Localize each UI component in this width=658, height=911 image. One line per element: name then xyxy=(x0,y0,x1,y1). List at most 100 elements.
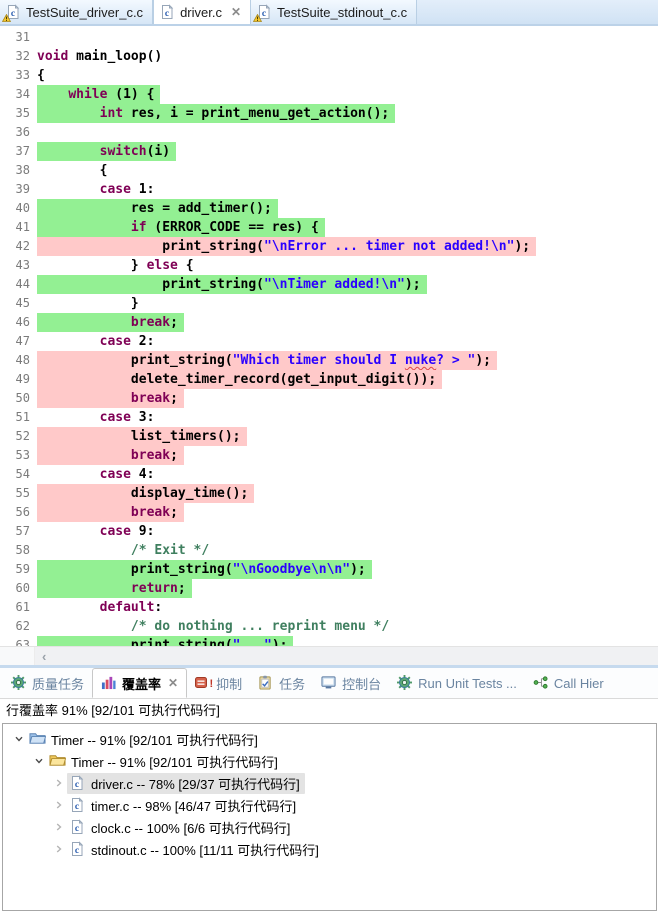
tree-row[interactable]: Timer -- 91% [92/101 可执行代码行] xyxy=(3,750,656,772)
code-line[interactable]: 42 print_string("\nError ... timer not a… xyxy=(0,237,658,256)
tree-row[interactable]: ctimer.c -- 98% [46/47 可执行代码行] xyxy=(3,794,656,816)
code-line[interactable]: 46 break; xyxy=(0,313,658,332)
chevron-right-icon[interactable] xyxy=(51,797,67,813)
code-line[interactable]: 48 print_string("Which timer should I nu… xyxy=(0,351,658,370)
tree-row-body[interactable]: Timer -- 91% [92/101 可执行代码行] xyxy=(27,729,263,750)
gear-icon xyxy=(11,675,27,691)
code-text: display_time(); xyxy=(37,484,254,503)
svg-text:c: c xyxy=(75,802,79,812)
line-number: 49 xyxy=(0,370,37,389)
chevron-down-icon[interactable] xyxy=(31,753,47,769)
code-line[interactable]: 40 res = add_timer(); xyxy=(0,199,658,218)
tree-row[interactable]: cdriver.c -- 78% [29/37 可执行代码行] xyxy=(3,772,656,794)
code-text: break; xyxy=(37,389,184,408)
code-line[interactable]: 57 case 9: xyxy=(0,522,658,541)
code-line[interactable]: 41 if (ERROR_CODE == res) { xyxy=(0,218,658,237)
coverage-uncovered-highlight: print_string("Which timer should I nuke?… xyxy=(37,351,497,370)
scroll-left-icon[interactable]: ‹ xyxy=(42,649,46,664)
code-line[interactable]: 55 display_time(); xyxy=(0,484,658,503)
code-line[interactable]: 54 case 4: xyxy=(0,465,658,484)
tree-row-body[interactable]: Timer -- 91% [92/101 可执行代码行] xyxy=(47,751,283,772)
code-line[interactable]: 32void main_loop() xyxy=(0,47,658,66)
code-text: print_string("\nError ... timer not adde… xyxy=(37,237,536,256)
code-line[interactable]: 50 break; xyxy=(0,389,658,408)
line-number: 56 xyxy=(0,503,37,522)
code-line[interactable]: 56 break; xyxy=(0,503,658,522)
coverage-covered-highlight: res = add_timer(); xyxy=(37,199,278,218)
chevron-right-icon[interactable] xyxy=(51,775,67,791)
tree-row-body[interactable]: ctimer.c -- 98% [46/47 可执行代码行] xyxy=(67,795,301,816)
coverage-summary: 行覆盖率 91% [92/101 可执行代码行] xyxy=(0,699,658,723)
code-line[interactable]: 34 while (1) { xyxy=(0,85,658,104)
code-text: print_string("Which timer should I nuke?… xyxy=(37,351,497,370)
panel-tab-Call Hier[interactable]: Call Hier xyxy=(525,668,612,698)
code-line[interactable]: 58 /* Exit */ xyxy=(0,541,658,560)
chevron-down-icon[interactable] xyxy=(11,731,27,747)
code-line[interactable]: 49 delete_timer_record(get_input_digit()… xyxy=(0,370,658,389)
line-number: 37 xyxy=(0,142,37,161)
code-line[interactable]: 31 xyxy=(0,28,658,47)
panel-tab-label: Call Hier xyxy=(554,676,604,691)
code-line[interactable]: 39 case 1: xyxy=(0,180,658,199)
panel-tab-抑制[interactable]: !抑制 xyxy=(187,668,250,698)
code-text: case 1: xyxy=(37,180,154,199)
code-line[interactable]: 63 print_string("..."); xyxy=(0,636,658,646)
line-number: 54 xyxy=(0,465,37,484)
editor-tab-TestSuite_stdinout_c.c[interactable]: cTestSuite_stdinout_c.c xyxy=(251,0,417,24)
c-file-icon: c xyxy=(69,797,85,813)
code-line[interactable]: 62 /* do nothing ... reprint menu */ xyxy=(0,617,658,636)
code-line[interactable]: 47 case 2: xyxy=(0,332,658,351)
line-number: 55 xyxy=(0,484,37,503)
tree-row-body[interactable]: cclock.c -- 100% [6/6 可执行代码行] xyxy=(67,817,295,838)
code-text: delete_timer_record(get_input_digit()); xyxy=(37,370,442,389)
panel-tab-质量任务[interactable]: 质量任务 xyxy=(3,668,92,698)
line-number: 31 xyxy=(0,28,37,47)
line-number: 45 xyxy=(0,294,37,313)
code-line[interactable]: 53 break; xyxy=(0,446,658,465)
code-text: print_string("\nGoodbye\n\n"); xyxy=(37,560,372,579)
c-file-icon: c xyxy=(159,4,175,20)
svg-text:c: c xyxy=(75,824,79,834)
code-line[interactable]: 59 print_string("\nGoodbye\n\n"); xyxy=(0,560,658,579)
line-number: 42 xyxy=(0,237,37,256)
code-line[interactable]: 61 default: xyxy=(0,598,658,617)
tree-row[interactable]: cstdinout.c -- 100% [11/11 可执行代码行] xyxy=(3,838,656,860)
chevron-right-icon[interactable] xyxy=(51,841,67,857)
code-line[interactable]: 44 print_string("\nTimer added!\n"); xyxy=(0,275,658,294)
code-line[interactable]: 33{ xyxy=(0,66,658,85)
tree-row-body[interactable]: cdriver.c -- 78% [29/37 可执行代码行] xyxy=(67,773,305,794)
code-line[interactable]: 36 xyxy=(0,123,658,142)
close-icon[interactable]: ✕ xyxy=(168,676,178,690)
code-editor[interactable]: 3132void main_loop()33{34 while (1) {35 … xyxy=(0,26,658,646)
code-line[interactable]: 45 } xyxy=(0,294,658,313)
panel-tab-任务[interactable]: 任务 xyxy=(250,668,313,698)
code-text: { xyxy=(37,161,107,180)
code-line[interactable]: 35 int res, i = print_menu_get_action(); xyxy=(0,104,658,123)
code-line[interactable]: 38 { xyxy=(0,161,658,180)
panel-tab-控制台[interactable]: 控制台 xyxy=(313,668,389,698)
code-line[interactable]: 37 switch(i) xyxy=(0,142,658,161)
tree-row-body[interactable]: cstdinout.c -- 100% [11/11 可执行代码行] xyxy=(67,839,324,860)
horizontal-scrollbar[interactable]: ‹ xyxy=(0,646,658,665)
code-line[interactable]: 51 case 3: xyxy=(0,408,658,427)
tree-row-label: Timer -- 91% [92/101 可执行代码行] xyxy=(71,752,278,771)
panel-tab-label: 任务 xyxy=(279,674,305,693)
editor-tab-driver.c[interactable]: cdriver.c✕ xyxy=(153,0,251,24)
code-line[interactable]: 60 return; xyxy=(0,579,658,598)
line-number: 48 xyxy=(0,351,37,370)
coverage-uncovered-highlight: break; xyxy=(37,503,184,522)
tree-row[interactable]: Timer -- 91% [92/101 可执行代码行] xyxy=(3,728,656,750)
chevron-right-icon[interactable] xyxy=(51,819,67,835)
bar-chart-icon xyxy=(101,675,117,691)
code-line[interactable]: 52 list_timers(); xyxy=(0,427,658,446)
code-line[interactable]: 43 } else { xyxy=(0,256,658,275)
editor-tab-TestSuite_driver_c.c[interactable]: cTestSuite_driver_c.c xyxy=(0,0,153,24)
panel-tab-覆盖率[interactable]: 覆盖率✕ xyxy=(92,668,187,698)
line-number: 47 xyxy=(0,332,37,351)
code-text: case 3: xyxy=(37,408,154,427)
tree-row[interactable]: cclock.c -- 100% [6/6 可执行代码行] xyxy=(3,816,656,838)
close-icon[interactable]: ✕ xyxy=(231,5,241,19)
panel-tab-label: Run Unit Tests ... xyxy=(418,676,517,691)
panel-tab-Run Unit Tests ...[interactable]: Run Unit Tests ... xyxy=(389,668,525,698)
panel-tab-bar: 质量任务覆盖率✕!抑制 任务控制台 Run Unit Tests ... Call H… xyxy=(0,668,658,699)
